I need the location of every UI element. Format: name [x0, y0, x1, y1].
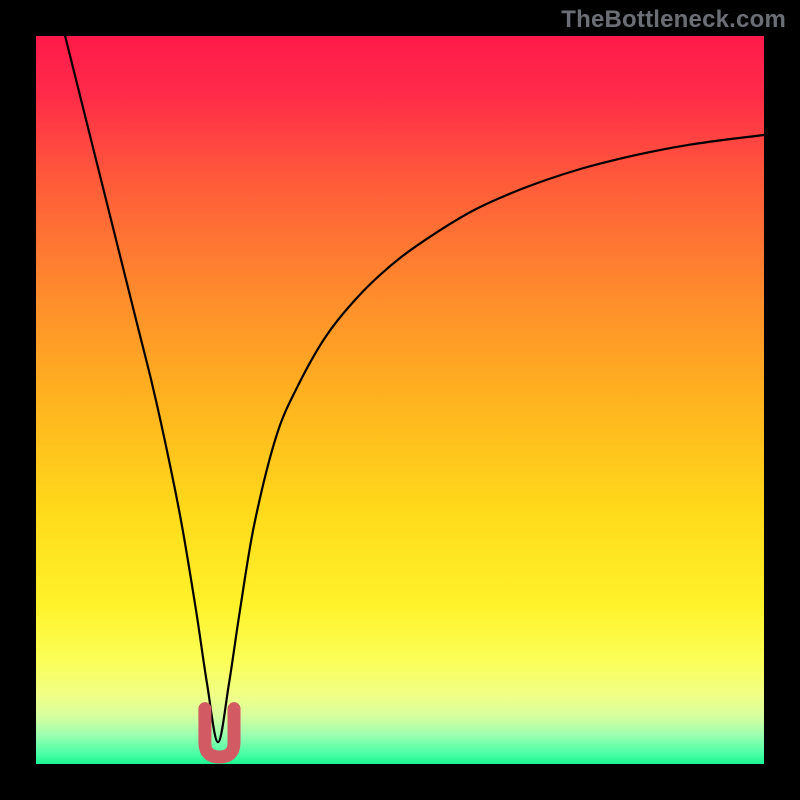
watermark-text: TheBottleneck.com: [561, 6, 786, 34]
bottleneck-chart: [36, 36, 764, 764]
chart-frame: TheBottleneck.com: [0, 0, 800, 800]
plot-area: [36, 36, 764, 764]
gradient-background: [36, 36, 764, 764]
